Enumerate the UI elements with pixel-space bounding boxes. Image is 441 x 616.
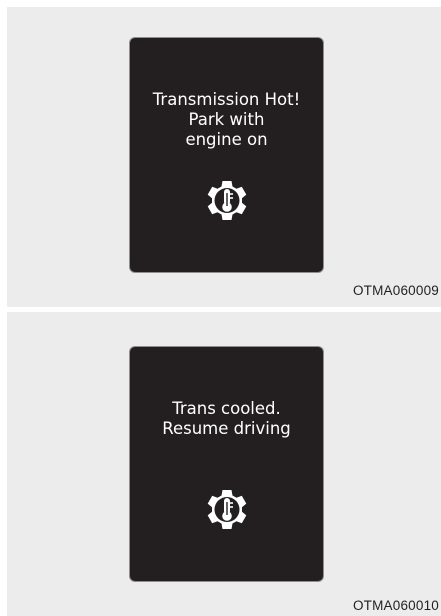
figure-code: OTMA060010 [352, 598, 439, 613]
figure-panel-transmission-hot: Transmission Hot! Park with engine on [7, 7, 441, 307]
message-line: Trans cooled. [172, 399, 281, 418]
figure-panel-trans-cooled: Trans cooled. Resume driving [7, 312, 441, 616]
figure-code: OTMA060009 [352, 283, 439, 298]
transmission-temperature-icon [207, 181, 247, 220]
info-message: Trans cooled. Resume driving [130, 399, 323, 439]
warning-message: Transmission Hot! Park with engine on [130, 90, 323, 150]
transmission-temperature-icon [207, 490, 247, 529]
cluster-display: Transmission Hot! Park with engine on [130, 38, 323, 272]
message-line: Resume driving [162, 419, 291, 438]
message-line: Park with [188, 110, 265, 129]
message-line: Transmission Hot! [152, 90, 301, 109]
message-line: engine on [185, 130, 268, 149]
cluster-display: Trans cooled. Resume driving [130, 347, 323, 581]
